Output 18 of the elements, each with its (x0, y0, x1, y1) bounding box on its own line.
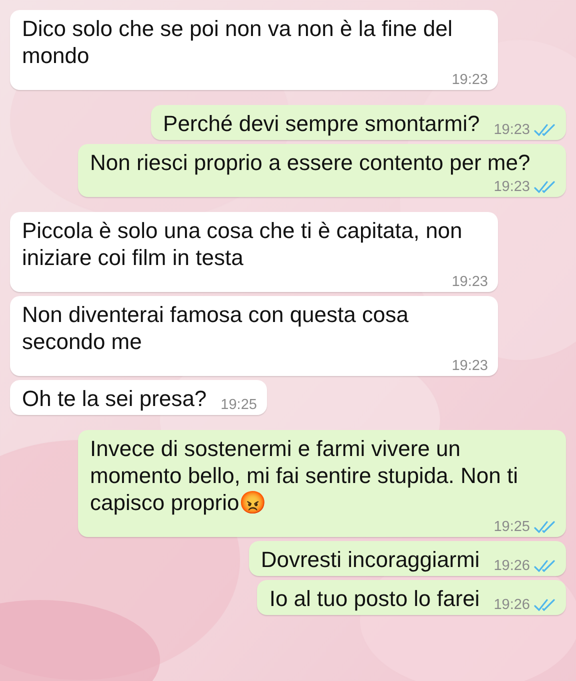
message-text: Invece di sostenermi e farmi vivere un momento bello, mi fai sentire stupida. Non ti capisco proprio😡 (90, 435, 519, 516)
message-time: 19:23 (452, 357, 488, 375)
message-text: Dovresti incoraggiarmi (260, 546, 480, 573)
message-text: Non diventerai famosa con questa cosa secondo me (22, 301, 410, 355)
message-time: 19:25 (494, 518, 530, 536)
message-text: Perché devi sempre smontarmi? (163, 110, 480, 137)
message-text: Dico solo che se poi non va non è la fine del mondo (22, 15, 454, 69)
message-time: 19:23 (452, 71, 488, 89)
message-text: Oh te la sei presa? (22, 385, 207, 412)
message-time: 19:26 (494, 596, 530, 614)
message-text: Piccola è solo una cosa che ti è capitata, non iniziare coi film in testa (22, 217, 464, 271)
message-text: Io al tuo posto lo farei (269, 585, 480, 612)
message-time: 19:26 (494, 557, 530, 575)
message-time: 19:23 (494, 178, 530, 196)
message-text: Non riesci proprio a essere contento per me? (90, 149, 530, 176)
message-time: 19:25 (220, 396, 257, 414)
message-time: 19:23 (452, 273, 488, 291)
message-time: 19:23 (494, 121, 530, 139)
